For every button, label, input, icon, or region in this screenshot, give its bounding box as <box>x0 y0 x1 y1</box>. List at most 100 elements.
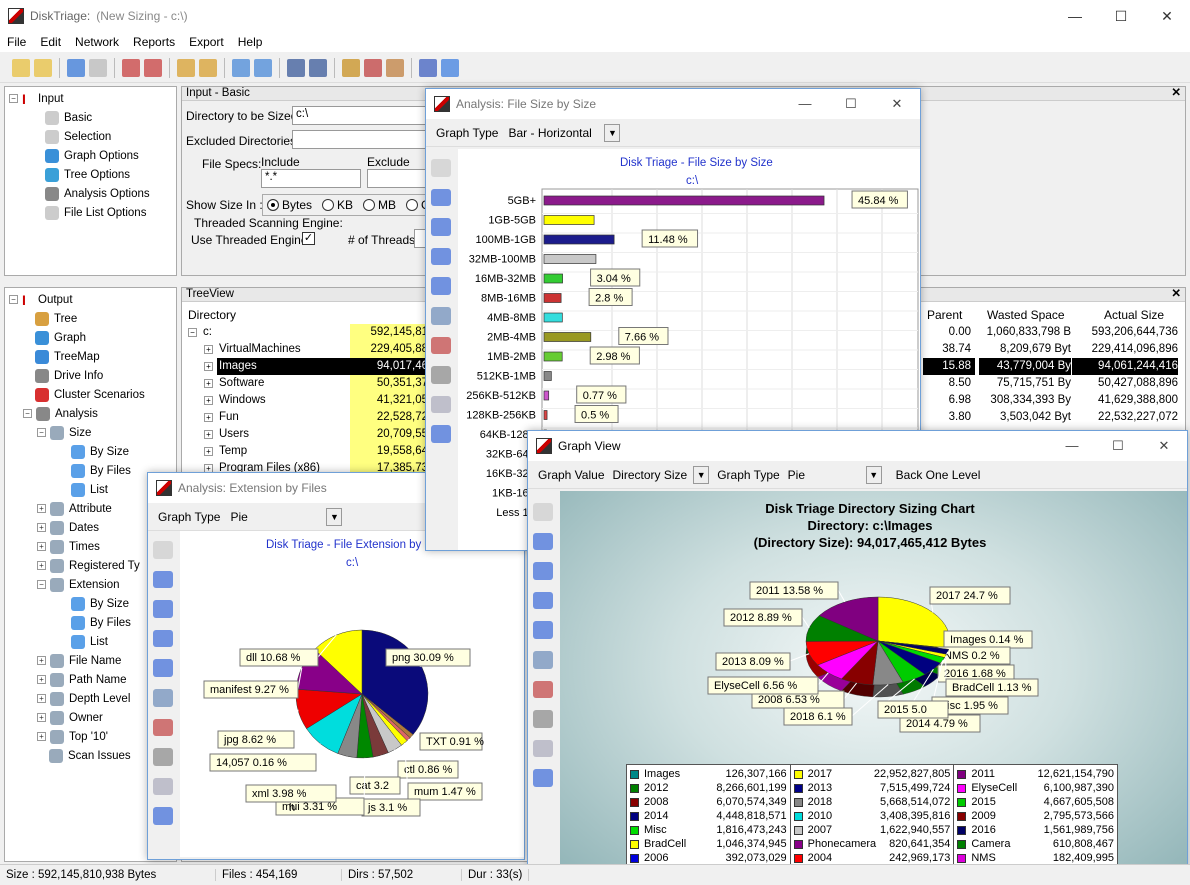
collapse-toggle[interactable]: − <box>9 94 18 103</box>
menu-help[interactable]: Help <box>231 35 270 49</box>
output-item-tree[interactable]: Tree <box>9 309 172 328</box>
col-directory[interactable]: Directory <box>188 308 236 322</box>
layout-icon[interactable] <box>309 58 327 77</box>
open-folder-icon[interactable] <box>12 58 30 77</box>
col-actual[interactable]: Actual Size <box>1104 308 1164 322</box>
menu-export[interactable]: Export <box>182 35 231 49</box>
output-item-by-size[interactable]: By Size <box>9 442 172 461</box>
maximize-button[interactable]: ☐ <box>1095 438 1141 454</box>
expand-toggle[interactable]: + <box>37 694 46 703</box>
col-parent[interactable]: Parent <box>927 308 962 322</box>
directory-input[interactable]: c:\ <box>292 106 432 125</box>
output-item-cluster-scenarios[interactable]: Cluster Scenarios <box>9 385 172 404</box>
use-threaded-checkbox[interactable]: ✓ <box>302 232 315 245</box>
save-icon[interactable] <box>431 425 451 443</box>
resize-icon[interactable] <box>431 277 451 295</box>
size-option-mb[interactable]: MB <box>363 198 396 212</box>
comment-icon[interactable] <box>419 58 437 77</box>
maximize-button[interactable]: ☐ <box>1098 0 1144 32</box>
zoom-icon[interactable] <box>431 247 451 266</box>
report-icon[interactable] <box>177 58 195 77</box>
copy-icon[interactable] <box>431 395 451 414</box>
expand-toggle[interactable]: + <box>37 504 46 513</box>
collapse-toggle[interactable]: − <box>9 295 18 304</box>
resize-icon[interactable] <box>533 621 553 639</box>
graph-type-select[interactable]: Bar - Horizontal <box>508 126 598 140</box>
chevron-down-icon[interactable]: ▼ <box>604 123 621 142</box>
list-icon[interactable] <box>386 58 404 77</box>
print-icon[interactable] <box>431 366 451 384</box>
close-button[interactable]: ✕ <box>1144 0 1190 32</box>
menu-network[interactable]: Network <box>68 35 126 49</box>
input-item-analysis-options[interactable]: Analysis Options <box>9 184 172 203</box>
close-button[interactable]: ✕ <box>1141 438 1187 454</box>
rotate-icon[interactable] <box>431 188 451 207</box>
include-input[interactable]: *.* <box>261 169 361 188</box>
size-option-kb[interactable]: KB <box>322 198 353 212</box>
save-icon[interactable] <box>153 807 173 825</box>
input-item-selection[interactable]: Selection <box>9 127 172 146</box>
move-icon[interactable] <box>153 600 173 618</box>
input-item-file-list-options[interactable]: File List Options <box>9 203 172 222</box>
chevron-down-icon[interactable]: ▼ <box>326 507 343 526</box>
output-item-size[interactable]: − Size <box>9 423 172 442</box>
close-icon[interactable]: ✕ <box>1171 288 1181 301</box>
minimize-button[interactable]: — <box>782 96 828 112</box>
new-folder-icon[interactable] <box>34 58 52 77</box>
3d-icon[interactable] <box>153 688 173 707</box>
expand-toggle[interactable]: − <box>37 580 46 589</box>
print-icon[interactable] <box>153 748 173 766</box>
expand-toggle[interactable]: + <box>204 396 213 405</box>
output-item-drive-info[interactable]: Drive Info <box>9 366 172 385</box>
tools-icon[interactable] <box>533 680 553 699</box>
print-icon[interactable] <box>533 710 553 728</box>
save-icon[interactable] <box>533 769 553 787</box>
menu-reports[interactable]: Reports <box>126 35 182 49</box>
expand-toggle[interactable]: + <box>37 656 46 665</box>
graph-type-select[interactable]: Pie <box>788 468 860 482</box>
excluded-input[interactable] <box>292 130 432 149</box>
menu-file[interactable]: File <box>0 35 33 49</box>
view-icon[interactable] <box>287 58 305 77</box>
expand-toggle[interactable]: + <box>37 713 46 722</box>
size-option-bytes[interactable]: Bytes <box>267 198 312 212</box>
rotate-icon[interactable] <box>533 532 553 551</box>
report-options-icon[interactable] <box>199 58 217 77</box>
exclude-input[interactable] <box>367 169 427 188</box>
expand-toggle[interactable]: + <box>204 447 213 456</box>
close-button[interactable]: ✕ <box>874 96 920 112</box>
copy-icon[interactable] <box>533 739 553 758</box>
maximize-button[interactable]: ☐ <box>828 96 874 112</box>
output-item-treemap[interactable]: TreeMap <box>9 347 172 366</box>
tools-icon[interactable] <box>431 336 451 355</box>
zoom-icon[interactable] <box>153 629 173 648</box>
zoom-icon[interactable] <box>533 591 553 610</box>
refresh-icon[interactable] <box>67 58 85 77</box>
expand-toggle[interactable]: − <box>37 428 46 437</box>
move-icon[interactable] <box>533 562 553 580</box>
menu-edit[interactable]: Edit <box>33 35 68 49</box>
3d-icon[interactable] <box>533 650 553 669</box>
minimize-button[interactable]: — <box>1052 0 1098 32</box>
expand-toggle[interactable]: − <box>23 409 32 418</box>
copy-icon[interactable] <box>153 777 173 796</box>
pointer-icon[interactable] <box>533 503 553 521</box>
expand-toggle[interactable]: + <box>37 542 46 551</box>
input-item-graph-options[interactable]: Graph Options <box>9 146 172 165</box>
expand-toggle[interactable]: + <box>204 379 213 388</box>
output-item-analysis[interactable]: − Analysis <box>9 404 172 423</box>
input-item-tree-options[interactable]: Tree Options <box>9 165 172 184</box>
input-item-basic[interactable]: Basic <box>9 108 172 127</box>
back-one-level-button[interactable]: Back One Level <box>896 468 981 482</box>
output-root[interactable]: − I Output <box>9 290 172 309</box>
chevron-down-icon[interactable]: ▼ <box>865 465 882 484</box>
resize-icon[interactable] <box>153 659 173 677</box>
input-root[interactable]: − I Input <box>9 89 172 108</box>
tools-icon[interactable] <box>153 718 173 737</box>
rotate-icon[interactable] <box>153 570 173 589</box>
help-icon[interactable] <box>441 58 459 77</box>
expand-toggle[interactable]: + <box>37 523 46 532</box>
expand-toggle[interactable]: − <box>188 328 197 337</box>
expand-toggle[interactable]: + <box>37 732 46 741</box>
chart-icon[interactable] <box>364 58 382 77</box>
